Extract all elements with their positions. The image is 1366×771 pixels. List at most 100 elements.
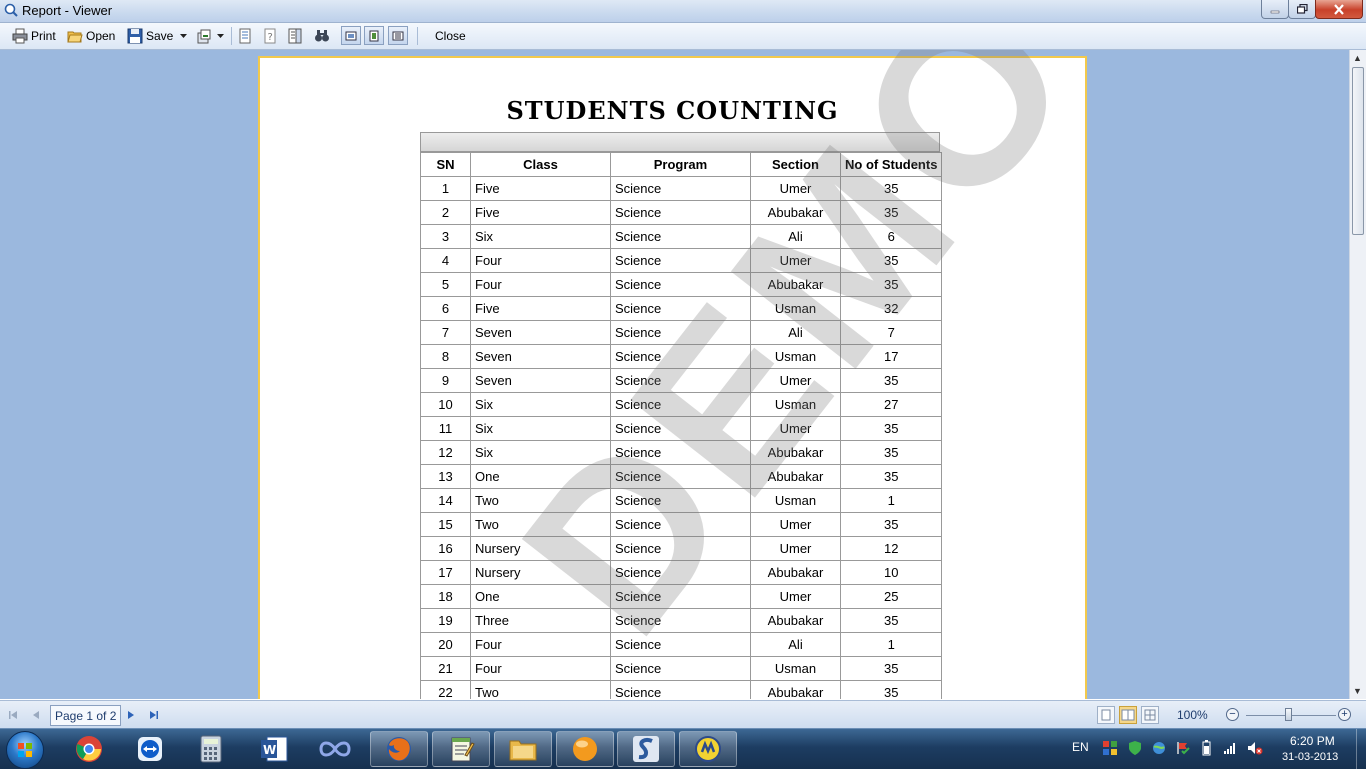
svg-text:?: ? <box>268 32 273 43</box>
cell-no-of-students: 35 <box>839 680 943 699</box>
cell-sn: 21 <box>420 656 471 681</box>
clock-date[interactable]: 31-03-2013 <box>1282 751 1338 763</box>
cell-no-of-students: 35 <box>839 608 943 633</box>
cell-class: Seven <box>470 320 611 345</box>
cell-program: Science <box>610 200 751 225</box>
open-button[interactable]: Open <box>67 27 115 45</box>
save-button[interactable]: Save <box>127 27 173 45</box>
cell-section: Usman <box>750 488 841 513</box>
language-indicator[interactable]: EN <box>1072 740 1089 754</box>
tray-security[interactable] <box>1129 741 1141 758</box>
help-button[interactable]: ? <box>262 27 281 45</box>
two-page-layout-button[interactable] <box>1119 706 1137 724</box>
folder-icon <box>509 740 537 761</box>
taskbar-calculator[interactable] <box>182 731 240 767</box>
last-page-button[interactable] <box>147 708 161 722</box>
vertical-scrollbar[interactable]: ▲ ▼ <box>1349 50 1366 699</box>
cell-section: Umer <box>750 416 841 441</box>
continuous-view-toggle[interactable] <box>364 26 384 45</box>
multi-page-view-toggle[interactable] <box>388 26 408 45</box>
save-label: Save <box>146 29 174 43</box>
taskbar-infinity-app[interactable] <box>306 731 364 767</box>
cell-sn: 9 <box>420 368 471 393</box>
cell-section: Abubakar <box>750 560 841 585</box>
cell-sn: 8 <box>420 344 471 369</box>
minimize-button[interactable] <box>1261 0 1289 19</box>
cell-program: Science <box>610 488 751 513</box>
window-title: Report - Viewer <box>22 3 113 18</box>
scroll-up-arrow-icon[interactable]: ▲ <box>1353 53 1362 63</box>
save-options-dropdown[interactable] <box>180 27 187 45</box>
cell-no-of-students: 35 <box>839 200 943 225</box>
taskbar-word[interactable]: W <box>245 731 303 767</box>
two-page-layout-icon <box>1121 709 1135 721</box>
table-row: 17 Nursery Science Abubakar 10 <box>420 560 943 585</box>
tray-volume[interactable] <box>1247 741 1263 758</box>
taskbar-file-explorer[interactable] <box>494 731 552 767</box>
table-row: 15 Two Science Umer 35 <box>420 512 943 537</box>
tray-battery[interactable] <box>1202 740 1211 759</box>
svg-text:W: W <box>263 743 276 757</box>
tray-signal[interactable] <box>1223 741 1237 758</box>
table-row: 19 Three Science Abubakar 35 <box>420 608 943 633</box>
page-setup-button[interactable] <box>237 27 256 45</box>
taskbar-notepad-app[interactable] <box>432 731 490 767</box>
table-header-row: SN Class Program Section No of Students <box>420 152 943 177</box>
document-map-button[interactable] <box>287 27 306 45</box>
cell-no-of-students: 1 <box>839 632 943 657</box>
windows-logo-icon <box>18 743 32 757</box>
students-table: SN Class Program Section No of Students … <box>420 152 943 699</box>
taskbar-s-app[interactable] <box>617 731 675 767</box>
taskbar-firefox[interactable] <box>370 731 428 767</box>
previous-page-button[interactable] <box>29 708 43 722</box>
cell-program: Science <box>610 536 751 561</box>
next-page-button[interactable] <box>124 708 138 722</box>
next-page-icon <box>128 711 134 719</box>
show-desktop-button[interactable] <box>1356 729 1366 769</box>
taskbar-chrome[interactable] <box>60 731 118 767</box>
close-window-button[interactable] <box>1315 0 1363 19</box>
cell-sn: 20 <box>420 632 471 657</box>
cell-sn: 1 <box>420 176 471 201</box>
cell-class: Three <box>470 608 611 633</box>
cell-class: Six <box>470 224 611 249</box>
tray-action-center[interactable] <box>1176 741 1190 758</box>
maximize-button[interactable] <box>1288 0 1316 19</box>
taskbar-report-viewer[interactable] <box>679 731 737 767</box>
find-button[interactable] <box>314 27 333 45</box>
cell-no-of-students: 32 <box>839 296 943 321</box>
continuous-page-icon <box>369 30 379 41</box>
close-report-button[interactable]: Close <box>435 27 466 45</box>
first-page-button[interactable] <box>6 708 20 722</box>
export-button[interactable] <box>196 27 224 45</box>
export-icon <box>197 29 211 44</box>
scroll-down-arrow-icon[interactable]: ▼ <box>1353 686 1362 696</box>
cell-sn: 3 <box>420 224 471 249</box>
teamviewer-icon <box>138 737 162 761</box>
zoom-in-button[interactable]: + <box>1338 708 1351 721</box>
cell-program: Science <box>610 656 751 681</box>
single-page-view-toggle[interactable] <box>341 26 361 45</box>
document-map-icon <box>288 28 302 44</box>
multi-page-layout-button[interactable] <box>1141 706 1159 724</box>
report-viewer-area[interactable]: STUDENTS COUNTING SN Class Program Secti… <box>0 50 1349 699</box>
cell-program: Science <box>610 296 751 321</box>
zoom-slider-thumb[interactable] <box>1285 708 1292 721</box>
minus-icon: − <box>1229 708 1236 720</box>
close-label: Close <box>435 29 466 43</box>
scrollbar-thumb[interactable] <box>1352 67 1364 235</box>
tray-network-app[interactable] <box>1152 741 1166 758</box>
single-page-layout-button[interactable] <box>1097 706 1115 724</box>
table-row: 11 Six Science Umer 35 <box>420 416 943 441</box>
zoom-out-button[interactable]: − <box>1226 708 1239 721</box>
taskbar-media-app[interactable] <box>556 731 614 767</box>
cell-sn: 17 <box>420 560 471 585</box>
start-button[interactable] <box>6 731 44 769</box>
taskbar-teamviewer[interactable] <box>121 731 179 767</box>
cell-class: Four <box>470 272 611 297</box>
print-button[interactable]: Print <box>12 27 56 45</box>
binoculars-icon <box>315 30 329 42</box>
tray-app-icon[interactable] <box>1103 741 1117 755</box>
cell-section: Abubakar <box>750 608 841 633</box>
clock-time[interactable]: 6:20 PM <box>1290 734 1335 748</box>
